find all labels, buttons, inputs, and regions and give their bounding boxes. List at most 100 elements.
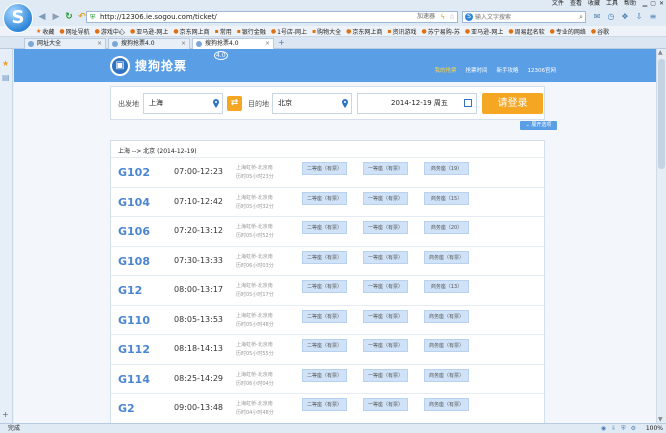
back-button[interactable]: ◀ xyxy=(36,11,48,23)
train-row[interactable]: G112 08:18-14:13 上海虹桥-北京南 历时05小时55分 二等座（有票） 一… xyxy=(111,334,546,364)
seat-first-class-button[interactable]: 一等座（有票） xyxy=(363,221,408,234)
seat-business-class-button[interactable]: 商务座（13） xyxy=(424,280,469,293)
fav-item[interactable]: ● 谷歌 xyxy=(591,27,609,36)
fav-item[interactable]: ● 京东网上商 xyxy=(173,27,209,36)
seat-business-class-button[interactable]: 商务座（19） xyxy=(424,162,469,175)
settings-icon[interactable]: ⚙ xyxy=(631,424,636,433)
search-icon[interactable]: ⌕ xyxy=(579,12,583,22)
download-icon[interactable]: ⇩ xyxy=(611,424,616,433)
expand-options-button[interactable]: ⌄ 展开选项 xyxy=(520,121,557,130)
seat-first-class-button[interactable]: 一等座（有票） xyxy=(363,250,408,264)
seat-business-class-button[interactable]: 商务座（有票） xyxy=(424,250,469,264)
train-code[interactable]: G110 xyxy=(118,314,150,327)
nav-my-tickets[interactable]: 我的抢票 xyxy=(434,66,456,74)
refresh-button[interactable]: ↻ xyxy=(63,11,75,23)
seat-second-class-button[interactable]: 二等座（有票） xyxy=(302,368,347,382)
menu-favorites[interactable]: 收藏 xyxy=(588,0,600,8)
train-row[interactable]: G2 09:00-13:48 上海虹桥-北京南 历时04小时48分 二等座（有票） 一等座… xyxy=(111,393,546,423)
train-row[interactable]: G106 07:20-13:12 上海虹桥-北京南 历时05小时52分 二等座（有票） 一… xyxy=(111,216,546,246)
seat-second-class-button[interactable]: 二等座（有票） xyxy=(302,339,347,352)
seat-first-class-button[interactable]: 一等座（有票） xyxy=(363,339,408,352)
fav-item[interactable]: ● 网址导航 xyxy=(59,27,89,36)
minimize-icon[interactable]: ▁ xyxy=(643,0,648,8)
document-icon[interactable]: ▤ xyxy=(2,73,10,82)
seat-second-class-button[interactable]: 二等座（有票） xyxy=(302,280,347,293)
train-row[interactable]: G108 07:30-13:33 上海虹桥-北京南 历时06小时03分 二等座（有票） 一… xyxy=(111,245,546,276)
train-code[interactable]: G102 xyxy=(118,166,150,179)
train-code[interactable]: G2 xyxy=(118,402,135,415)
seat-first-class-button[interactable]: 一等座（有票） xyxy=(363,309,408,323)
seat-first-class-button[interactable]: 一等座（有票） xyxy=(363,280,408,293)
train-code[interactable]: G112 xyxy=(118,343,150,356)
close-tab-icon[interactable]: × xyxy=(181,39,186,49)
lightning-icon[interactable]: ϟ xyxy=(440,12,445,22)
speaker-icon[interactable]: ◉ xyxy=(601,424,606,433)
tab-sogou-ticket-active[interactable]: 搜狗抢票4.0 × xyxy=(192,38,274,49)
fav-item[interactable]: ● 亚马逊-网上 xyxy=(465,27,503,36)
address-bar[interactable]: ⛨ http://12306.ie.sogou.com/ticket/ 加速器 … xyxy=(86,11,458,23)
train-code[interactable]: G108 xyxy=(118,255,150,268)
login-button[interactable]: 请登录 xyxy=(482,93,543,114)
scrollbar-thumb[interactable] xyxy=(658,59,665,169)
fav-item[interactable]: ● 苏宁易购-苏 xyxy=(422,27,460,36)
train-row[interactable]: G104 07:10-12:42 上海虹桥-北京南 历时05小时32分 二等座（有票） 一… xyxy=(111,186,546,217)
browser-logo[interactable]: S xyxy=(3,3,33,33)
train-row[interactable]: G114 08:25-14:29 上海虹桥-北京南 历时06小时04分 二等座（有票） 一… xyxy=(111,363,546,394)
download-icon[interactable]: ⇩ xyxy=(634,12,644,22)
history-icon[interactable]: ◷ xyxy=(606,12,616,22)
seat-business-class-button[interactable]: 商务座（有票） xyxy=(424,368,469,382)
forward-button[interactable]: ▶ xyxy=(50,11,62,23)
seat-second-class-button[interactable]: 二等座（有票） xyxy=(302,191,347,205)
scroll-up-icon[interactable]: ▲ xyxy=(658,49,663,56)
fav-item[interactable]: ▪ 购物大全 xyxy=(312,27,341,36)
nav-12306-official[interactable]: 12306官网 xyxy=(528,66,557,74)
menu-view[interactable]: 查看 xyxy=(570,0,582,8)
menu-help[interactable]: 帮助 xyxy=(624,0,636,8)
train-code[interactable]: G104 xyxy=(118,196,150,209)
menu-file[interactable]: 文件 xyxy=(552,0,564,8)
nav-beginner-guide[interactable]: 新手攻略 xyxy=(496,66,518,74)
nav-ticket-time[interactable]: 抢票时间 xyxy=(465,66,487,74)
fav-item[interactable]: ▪ 资讯游戏 xyxy=(387,27,416,36)
scroll-down-icon[interactable]: ▼ xyxy=(658,416,663,423)
add-icon[interactable]: + xyxy=(2,410,9,419)
seat-second-class-button[interactable]: 二等座（有票） xyxy=(302,250,347,264)
seat-second-class-button[interactable]: 二等座（有票） xyxy=(302,398,347,411)
seat-business-class-button[interactable]: 商务座（15） xyxy=(424,191,469,205)
seat-first-class-button[interactable]: 一等座（有票） xyxy=(363,398,408,411)
seat-first-class-button[interactable]: 一等座（有票） xyxy=(363,368,408,382)
search-engine-icon[interactable]: S xyxy=(465,13,473,21)
close-tab-icon[interactable]: × xyxy=(265,39,270,49)
menu-icon[interactable]: ≡ xyxy=(648,12,658,22)
menu-tools[interactable]: 工具 xyxy=(606,0,618,8)
tab-site-directory[interactable]: 网址大全 × xyxy=(24,38,106,49)
fav-item[interactable]: ▪ 银行金融 xyxy=(237,27,266,36)
page-scrollbar[interactable]: ▲ ▼ xyxy=(656,49,666,423)
train-code[interactable]: G106 xyxy=(118,225,150,238)
site-brand[interactable]: ▣ 搜狗抢票 4.0 xyxy=(110,51,228,78)
zoom-level[interactable]: 100% xyxy=(646,424,663,433)
mail-icon[interactable]: ✉ xyxy=(592,12,602,22)
fav-item[interactable]: ● 亚马逊-网上 xyxy=(130,27,168,36)
fav-item[interactable]: ★ 收藏 xyxy=(36,27,54,36)
seat-first-class-button[interactable]: 一等座（有票） xyxy=(363,162,408,175)
date-field[interactable]: 2014-12-19 周五 xyxy=(357,93,477,114)
seat-business-class-button[interactable]: 商务座（有票） xyxy=(424,339,469,352)
address-url[interactable]: http://12306.ie.sogou.com/ticket/ xyxy=(100,12,217,22)
seat-second-class-button[interactable]: 二等座（有票） xyxy=(302,221,347,234)
train-row[interactable]: G110 08:05-13:53 上海虹桥-北京南 历时05小时48分 二等座（有票） 一… xyxy=(111,304,546,335)
seat-second-class-button[interactable]: 二等座（有票） xyxy=(302,309,347,323)
close-icon[interactable]: ✕ xyxy=(659,0,664,8)
bookmark-star-icon[interactable]: ☆ xyxy=(449,12,455,22)
search-input[interactable] xyxy=(475,12,571,22)
train-code[interactable]: G114 xyxy=(118,373,150,386)
from-station-field[interactable]: 上海 xyxy=(143,93,223,114)
fav-item[interactable]: ● 京东网上商 xyxy=(346,27,382,36)
train-code[interactable]: G12 xyxy=(118,284,142,297)
swap-stations-button[interactable]: ⇄ xyxy=(227,96,242,111)
seat-second-class-button[interactable]: 二等座（有票） xyxy=(302,162,347,175)
fav-item[interactable]: ● 1号店-网上 xyxy=(271,27,307,36)
calendar-icon[interactable] xyxy=(464,99,472,107)
to-station-field[interactable]: 北京 xyxy=(272,93,352,114)
seat-business-class-button[interactable]: 商务座（有票） xyxy=(424,398,469,411)
